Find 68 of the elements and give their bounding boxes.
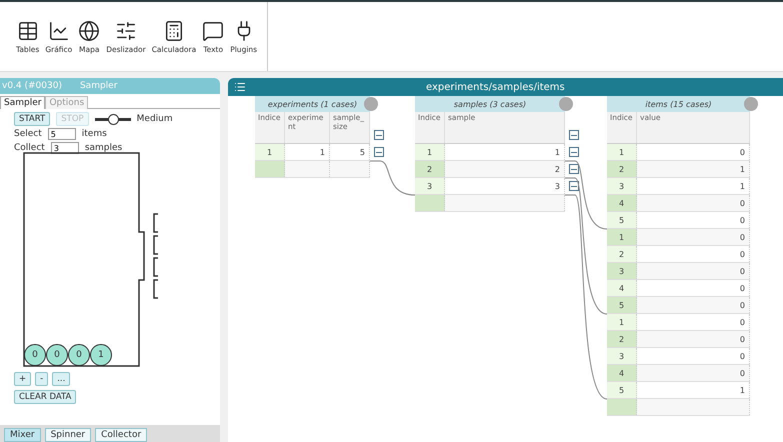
index-cell: 5 [607,382,637,398]
slider-icon [114,20,137,42]
case-table-title: experiments/samples/items [426,82,565,92]
index-cell: 3 [415,178,445,194]
device-tab[interactable]: Collector [95,428,148,442]
index-cell: 3 [607,348,637,364]
index-cell: 4 [607,280,637,296]
index-cell [415,195,445,211]
relation-lines-drawing [370,160,415,196]
table-cell [285,161,330,177]
number-field[interactable]: 5 [48,128,76,140]
panel-title: Sampler [80,81,118,91]
table-cell: 0 [637,365,750,381]
index-cell: 3 [607,263,637,279]
index-cell: 2 [607,246,637,262]
index-cell: 1 [607,144,637,160]
slider-thumb[interactable] [108,114,119,124]
table-cell: 0 [637,229,750,245]
small-button[interactable]: - [35,372,48,386]
tab[interactable]: Sampler [0,96,46,109]
index-cell: 1 [415,144,445,160]
collapse-icon[interactable] [569,164,579,174]
table-cell: 0 [637,263,750,279]
field-label: samples [84,143,122,153]
speech-bubble-icon [202,20,224,42]
plugin-version: v0.4 (#0030) [2,81,62,91]
index-cell: 4 [607,365,637,381]
field-label: items [82,129,107,139]
field-label: Collect [14,143,45,153]
collapse-all-icon[interactable] [374,130,384,140]
table-cell [330,161,370,177]
collapse-all-icon[interactable] [569,130,579,140]
ball: 0 [68,344,90,366]
collapse-icon[interactable] [569,147,579,157]
index-cell: 4 [607,195,637,211]
index-cell: 3 [607,178,637,194]
collapse-icon[interactable] [374,147,384,157]
ball: 1 [90,344,112,366]
speed-label: Medium [136,114,173,124]
index-cell: 5 [607,212,637,228]
ball: 0 [24,344,46,366]
number-field[interactable]: 3 [50,142,79,154]
table-cell: 2 [445,161,565,177]
table-cell: 0 [637,297,750,313]
field-label: Select [14,129,42,139]
small-button[interactable]: ... [52,372,70,386]
index-cell: 2 [415,161,445,177]
line-chart-icon [48,20,70,42]
index-cell: 2 [607,161,637,177]
ball: 0 [46,344,68,366]
table-icon [16,20,39,42]
device-tab[interactable]: Mixer [4,428,41,442]
index-cell: 1 [607,229,637,245]
globe-icon [78,20,100,42]
index-cell: 1 [607,314,637,330]
device-tab[interactable]: Spinner [44,428,92,442]
table-cell: 0 [637,195,750,211]
index-cell: 1 [255,144,285,160]
index-cell: 2 [607,331,637,347]
index-cell [255,161,285,177]
small-button[interactable]: + [14,372,32,386]
index-cell: 5 [607,297,637,313]
start-button[interactable]: START [14,112,50,126]
collapse-icon[interactable] [569,181,579,191]
index-cell [607,399,637,415]
clear-data-button[interactable]: CLEAR DATA [14,390,76,404]
table-cell: 1 [637,161,750,177]
table-cell: 0 [637,331,750,347]
